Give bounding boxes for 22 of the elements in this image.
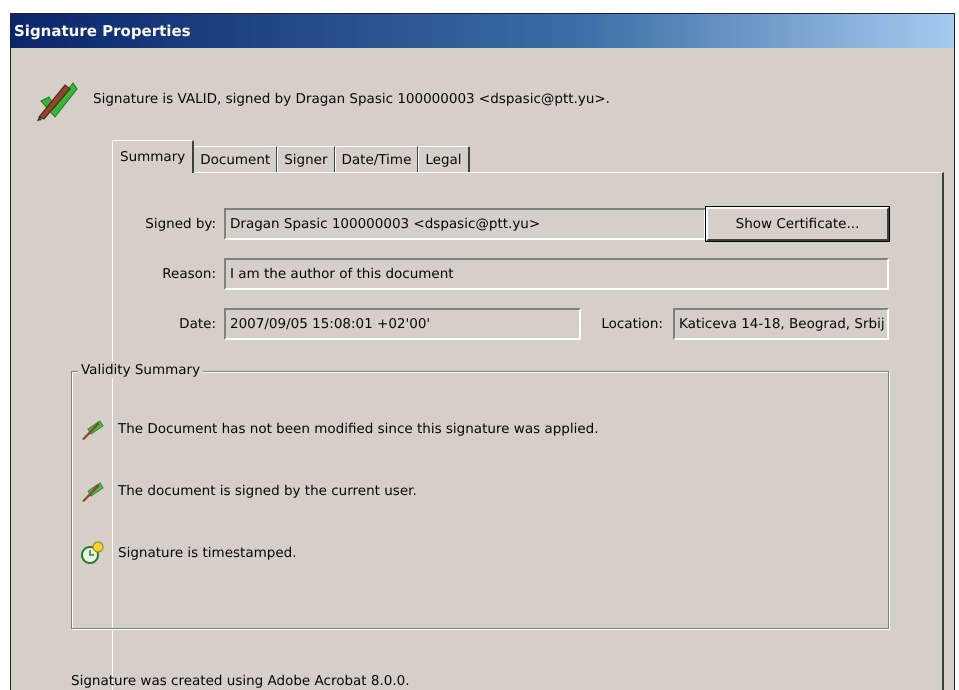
field-label: Location: [601, 314, 663, 334]
tab[interactable]: Date/Time [334, 146, 420, 172]
footer-text: Signature was created using Adobe Acrobat 8.0.0. [71, 672, 411, 690]
tab[interactable]: Summary [112, 140, 194, 173]
validity-item-text: The document is signed by the current user. [118, 482, 417, 501]
field-label: Date: [178, 314, 216, 334]
signed-by-field[interactable]: Dragan Spasic 100000003 <dspasic@ptt.yu> [224, 208, 706, 240]
window-title: Signature Properties [14, 24, 191, 38]
clock-icon [80, 541, 104, 565]
reason-field[interactable]: I am the author of this document [224, 258, 889, 290]
group-title: Validity Summary [78, 362, 204, 378]
date-field[interactable]: 2007/09/05 15:08:01 +02'00' [224, 308, 582, 340]
location-field[interactable]: Katiceva 14-18, Beograd, Srbij [672, 308, 889, 340]
validity-item-text: Signature is timestamped. [118, 544, 296, 563]
tab[interactable]: Document [193, 146, 278, 172]
show-certificate-button[interactable]: Show Certificate... [706, 207, 889, 241]
field-label: Reason: [161, 264, 216, 284]
tab[interactable]: Legal [418, 146, 470, 172]
status-message: Signature is VALID, signed by Dragan Spasic 100000003 <dspasic@ptt.yu>. [93, 90, 610, 109]
validity-item-text: The Document has not been modified since this signature was applied. [118, 420, 598, 439]
field-label: Signed by: [144, 214, 216, 234]
tab[interactable]: Signer [277, 146, 336, 172]
